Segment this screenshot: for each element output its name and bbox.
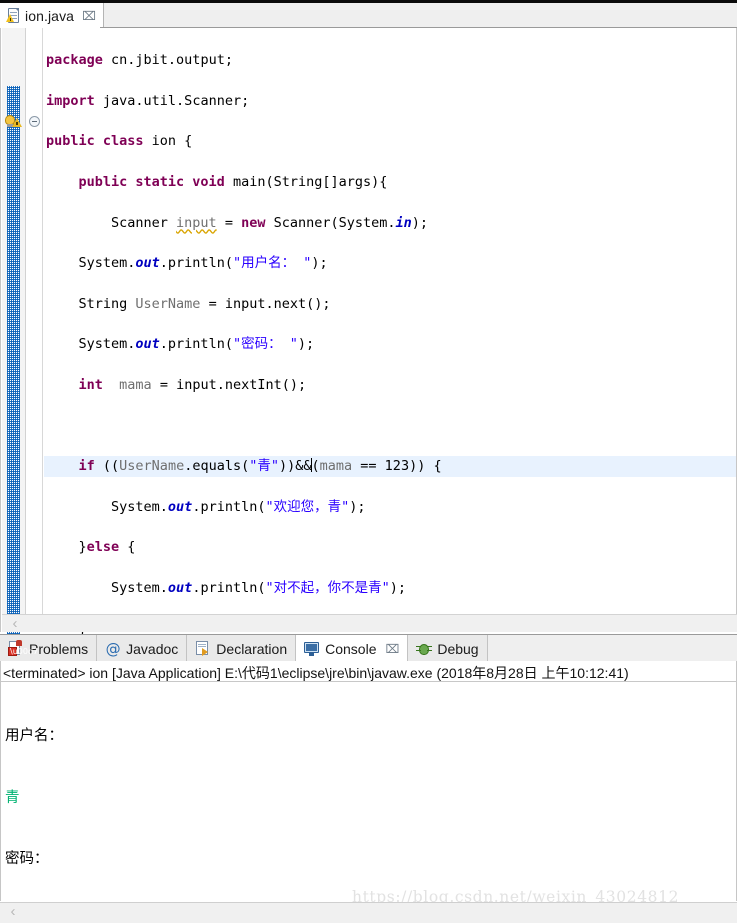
console-line: 用户名： <box>5 728 63 744</box>
scroll-left-arrow-icon[interactable]: ‹ <box>8 616 22 631</box>
close-icon[interactable]: ⌧ <box>82 9 96 23</box>
tab-javadoc-label: Javadoc <box>126 640 179 657</box>
console-output[interactable]: 用户名： 青 密码： 123 欢迎您，青 <box>1 683 737 923</box>
code-line: package cn.jbit.output; <box>46 52 233 69</box>
code-line: public class ion { <box>46 133 193 150</box>
console-view[interactable]: <terminated> ion [Java Application] E:\代… <box>0 661 737 923</box>
code-line: }else { <box>46 539 136 556</box>
tab-console-label: Console <box>325 640 377 657</box>
annotation-ruler[interactable] <box>2 28 26 653</box>
code-line: System.out.println("密码： "); <box>46 336 315 353</box>
code-line: System.out.println("对不起，你不是青"); <box>46 580 406 597</box>
tab-console[interactable]: Console ⌧ <box>296 635 409 662</box>
console-line: 青 <box>5 789 20 806</box>
console-line: 密码： <box>5 851 49 867</box>
code-editor[interactable]: package cn.jbit.output; import java.util… <box>0 28 737 653</box>
debug-bug-icon <box>416 641 433 657</box>
editor-tab-bar: ion.java ⌧ <box>0 3 737 28</box>
code-line: import java.util.Scanner; <box>46 92 250 109</box>
code-line: System.out.println("用户名： "); <box>46 255 328 272</box>
declaration-icon <box>195 640 211 657</box>
editor-tab-ion-java[interactable]: ion.java ⌧ <box>0 3 104 28</box>
code-line: public static void main(String[]args){ <box>78 174 388 191</box>
problems-icon: \u00d7 <box>8 639 38 657</box>
javadoc-at-icon: @ <box>105 639 121 658</box>
code-text-area[interactable]: package cn.jbit.output; import java.util… <box>44 28 736 637</box>
code-line: int mama = input.nextInt(); <box>46 377 307 394</box>
tab-javadoc[interactable]: @ Javadoc <box>97 635 188 662</box>
eclipse-window: ion.java ⌧ package cn.jbit.output; impor… <box>0 0 737 923</box>
code-line: Scanner input = new Scanner(System.in); <box>46 214 429 231</box>
change-bar <box>7 86 20 653</box>
code-line: String UserName = input.next(); <box>46 295 331 312</box>
tab-problems[interactable]: \u00d7 Problems <box>0 635 98 662</box>
scroll-left-arrow-icon[interactable]: ‹ <box>6 904 20 919</box>
console-launch-header: <terminated> ion [Java Application] E:\代… <box>1 661 737 682</box>
bottom-horizontal-scrollbar[interactable]: ‹ <box>0 902 737 923</box>
warning-bulb-icon[interactable] <box>5 114 22 129</box>
editor-horizontal-scrollbar[interactable]: ‹ <box>2 614 737 632</box>
folding-ruler[interactable] <box>26 28 43 632</box>
tab-declaration-label: Declaration <box>216 640 288 657</box>
bottom-view-tab-bar: \u00d7 Problems @ Javadoc Declaration Co… <box>0 634 737 662</box>
close-icon[interactable]: ⌧ <box>386 642 400 656</box>
tab-debug[interactable]: Debug <box>408 635 488 662</box>
java-file-warning-icon <box>6 7 20 24</box>
console-icon <box>304 641 320 657</box>
collapse-fold-icon[interactable] <box>29 116 40 127</box>
tab-debug-label: Debug <box>437 640 479 657</box>
code-line: System.out.println("欢迎您，青"); <box>46 498 366 515</box>
code-line-current: if ((UserName.equals("青"))&&(mama == 123… <box>44 456 736 477</box>
editor-tab-label: ion.java <box>25 7 75 24</box>
tab-declaration[interactable]: Declaration <box>187 635 297 662</box>
view-tab-bar-filler <box>487 635 737 662</box>
